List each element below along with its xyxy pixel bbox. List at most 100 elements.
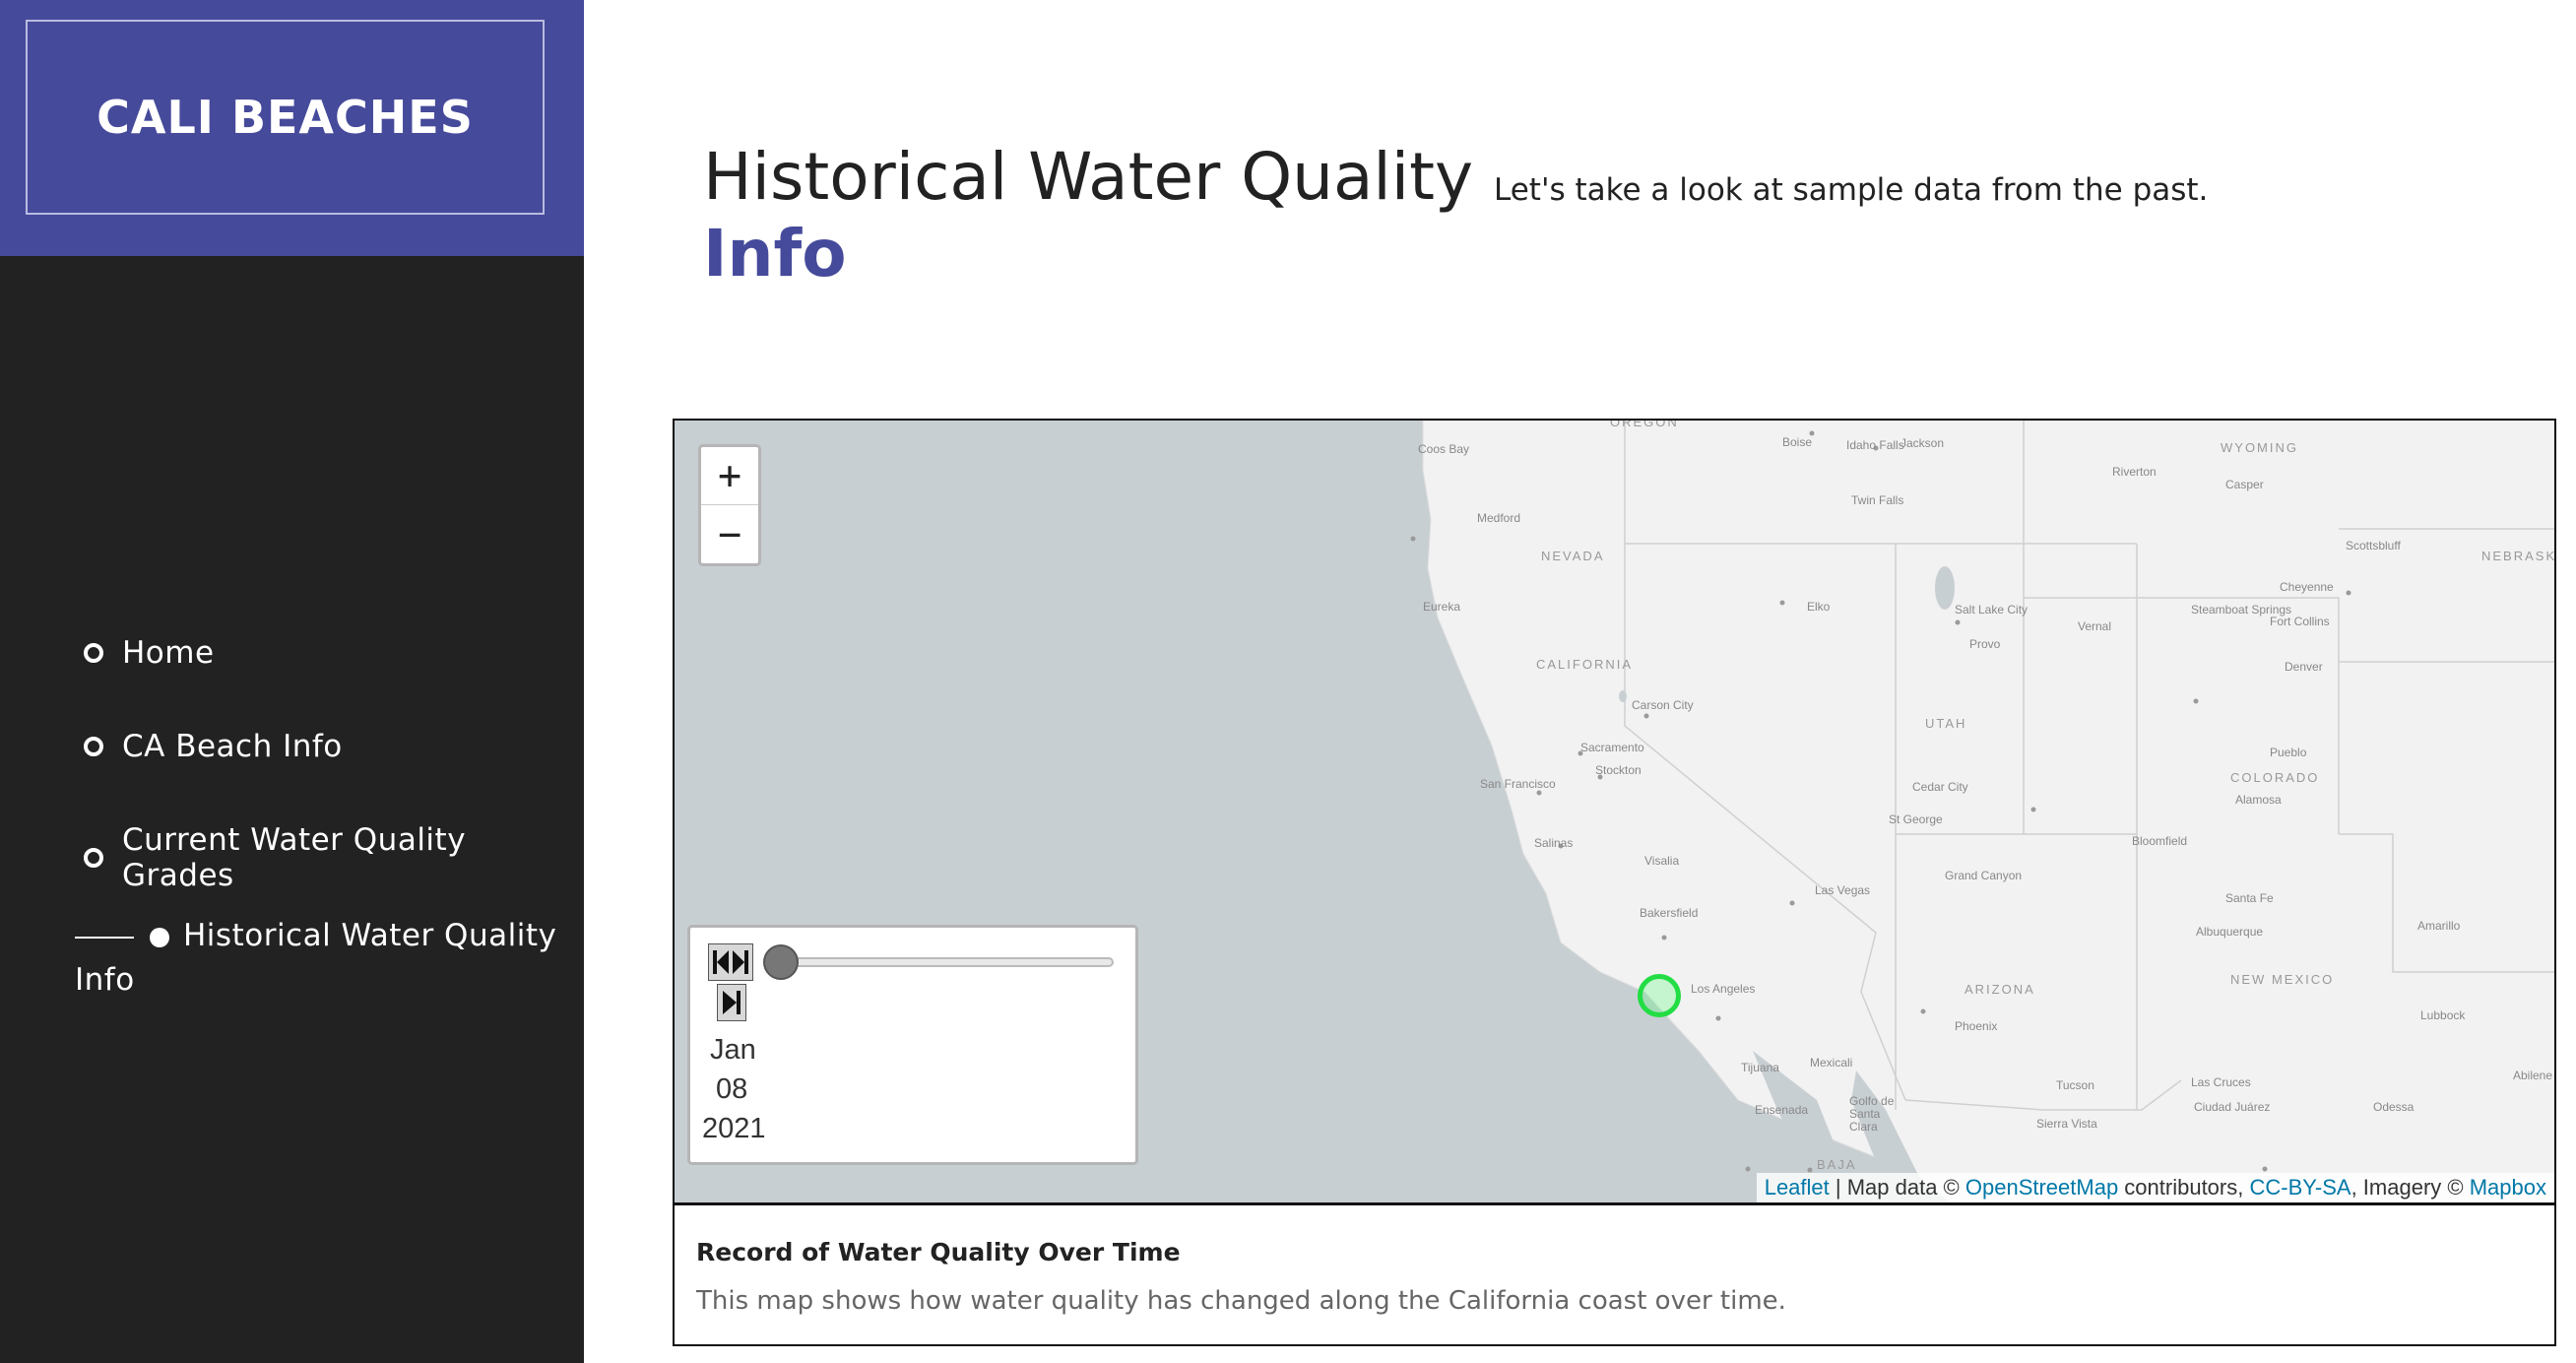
leaflet-link[interactable]: Leaflet: [1765, 1175, 1830, 1200]
map-label-city: Fort Collins: [2270, 615, 2330, 628]
nav-bullet-icon: [84, 848, 103, 868]
play-reverse-forward-button[interactable]: [708, 943, 753, 981]
timeline-day: 08: [716, 1073, 748, 1105]
map-label-city: Alamosa: [2235, 793, 2282, 807]
map-label-city: Elko: [1807, 600, 1831, 614]
map-label-city: Carson City: [1632, 698, 1694, 712]
timeline-control: Jan 08 2021: [687, 925, 1138, 1165]
zoom-control: + −: [698, 444, 761, 566]
map-label-city: Amarillo: [2417, 919, 2461, 933]
timeline-slider-thumb[interactable]: [763, 944, 799, 980]
nav-item-label: Historical Water Quality Info: [75, 918, 557, 998]
map-label-city: Tijuana: [1741, 1061, 1779, 1074]
map-label-city: San Francisco: [1480, 777, 1556, 791]
map-label-city: Boise: [1782, 435, 1813, 449]
step-forward-button[interactable]: [717, 984, 746, 1021]
map-label-city: Phoenix: [1955, 1019, 1998, 1033]
map-label-city: Jackson: [1900, 436, 1945, 450]
caption-title: Record of Water Quality Over Time: [696, 1238, 1181, 1266]
map-label-state: UTAH: [1925, 716, 1967, 731]
active-indicator-line: [75, 936, 134, 939]
page-subtitle: Let's take a look at sample data from th…: [1494, 172, 2209, 208]
map-attribution: Leaflet | Map data © OpenStreetMap contr…: [1756, 1173, 2554, 1202]
nav-item-home[interactable]: Home: [84, 635, 215, 671]
map-caption: Record of Water Quality Over Time This m…: [696, 1238, 1786, 1316]
map-label-state: NEBRASKA: [2481, 549, 2554, 563]
map-label-city: Bakersfield: [1640, 906, 1699, 920]
map-label-city: Ensenada: [1755, 1103, 1809, 1117]
map-label-city: Denver: [2285, 660, 2323, 674]
brand-box[interactable]: CALI BEACHES: [26, 20, 545, 215]
map-label-city: St George: [1889, 812, 1943, 826]
mapbox-link[interactable]: Mapbox: [2470, 1175, 2546, 1200]
map-label-city: Tucson: [2056, 1078, 2094, 1092]
map-label-city: Grand Canyon: [1945, 869, 2023, 882]
sidebar: CALI BEACHES Home CA Beach Info Current …: [0, 0, 584, 1363]
brand-panel: CALI BEACHES: [0, 0, 584, 256]
map-label-city: Golfo de Santa Clara: [1849, 1094, 1895, 1134]
water-quality-marker[interactable]: [1638, 974, 1681, 1017]
map-label-city: Sacramento: [1580, 741, 1644, 754]
map-label-city: Ciudad Juárez: [2194, 1100, 2271, 1114]
zoom-out-button[interactable]: −: [701, 505, 758, 563]
map-label-city: Salt Lake City: [1955, 603, 2029, 617]
openstreetmap-link[interactable]: OpenStreetMap: [1965, 1175, 2118, 1200]
map-label-city: Vernal: [2078, 619, 2112, 633]
nav-bullet-icon: [84, 737, 103, 756]
map-label-city: Las Cruces: [2191, 1075, 2251, 1089]
map-label-state: OREGON: [1610, 421, 1679, 429]
zoom-in-button[interactable]: +: [701, 447, 758, 505]
page-title: Historical Water Quality: [703, 139, 1474, 215]
nav-item-current-grades[interactable]: Current Water Quality Grades: [84, 822, 584, 893]
map-label-state: BAJA: [1817, 1157, 1857, 1172]
attribution-text: | Map data ©: [1829, 1175, 1965, 1200]
map-label-city: Odessa: [2373, 1100, 2415, 1114]
map-label-city: Riverton: [2112, 465, 2157, 479]
map-label-city: Scottsbluff: [2346, 539, 2401, 552]
timeline-slider[interactable]: [779, 957, 1114, 967]
map-label-city: Bloomfield: [2132, 834, 2188, 848]
active-bullet-icon: [150, 927, 169, 947]
map-label-city: Salinas: [1534, 836, 1574, 850]
map-view[interactable]: NEVADA CALIFORNIA UTAH ARIZONA COLORADO …: [675, 421, 2554, 1205]
attribution-text: , Imagery ©: [2351, 1175, 2470, 1200]
map-label-city: Albuquerque: [2196, 925, 2264, 939]
map-label-state: NEW MEXICO: [2230, 972, 2335, 987]
map-label-city: Mexicali: [1810, 1056, 1853, 1070]
map-label-city: Sierra Vista: [2036, 1117, 2097, 1131]
map-label-state: CALIFORNIA: [1536, 657, 1634, 672]
map-label-city: Visalia: [1644, 854, 1680, 868]
nav-item-ca-beach-info[interactable]: CA Beach Info: [84, 729, 343, 764]
cc-by-sa-link[interactable]: CC-BY-SA: [2249, 1175, 2351, 1200]
map-label-city: Cedar City: [1912, 780, 1968, 794]
nav-item-label: CA Beach Info: [122, 729, 343, 764]
map-label-city: Eureka: [1423, 600, 1461, 614]
map-label-state: WYOMING: [2221, 440, 2298, 455]
map-card: NEVADA CALIFORNIA UTAH ARIZONA COLORADO …: [673, 419, 2556, 1346]
timeline-year: 2021: [702, 1113, 766, 1144]
map-label-city: Santa Fe: [2225, 891, 2274, 905]
timeline-month: Jan: [710, 1034, 756, 1066]
map-label-city: Cheyenne: [2280, 580, 2334, 594]
map-label-state: ARIZONA: [1964, 982, 2035, 997]
map-label-city: Stockton: [1595, 763, 1642, 777]
nav-bullet-icon: [84, 643, 103, 663]
map-label-city: Abilene: [2513, 1069, 2553, 1082]
site-title[interactable]: CALI BEACHES: [97, 91, 474, 144]
map-label-city: Twin Falls: [1851, 493, 1904, 507]
map-label-city: Las Vegas: [1815, 883, 1871, 897]
map-label-city: Pueblo: [2270, 746, 2307, 759]
nav-item-label: Current Water Quality Grades: [122, 822, 467, 893]
map-label-city: Idaho Falls: [1846, 438, 1904, 452]
map-label-city: Provo: [1969, 637, 2001, 651]
nav-item-label: Home: [122, 635, 215, 671]
map-label-city: Los Angeles: [1691, 982, 1756, 996]
nav-item-historical-info-active[interactable]: Historical Water Quality Info: [75, 914, 567, 1003]
map-label-state: COLORADO: [2230, 770, 2320, 785]
map-label-city: Coos Bay: [1418, 442, 1470, 456]
map-label-city: Lubbock: [2420, 1008, 2466, 1022]
caption-text: This map shows how water quality has cha…: [696, 1286, 1786, 1316]
map-label-city: Casper: [2225, 478, 2264, 491]
attribution-text: contributors,: [2118, 1175, 2250, 1200]
step-forward-icon: [723, 991, 741, 1014]
